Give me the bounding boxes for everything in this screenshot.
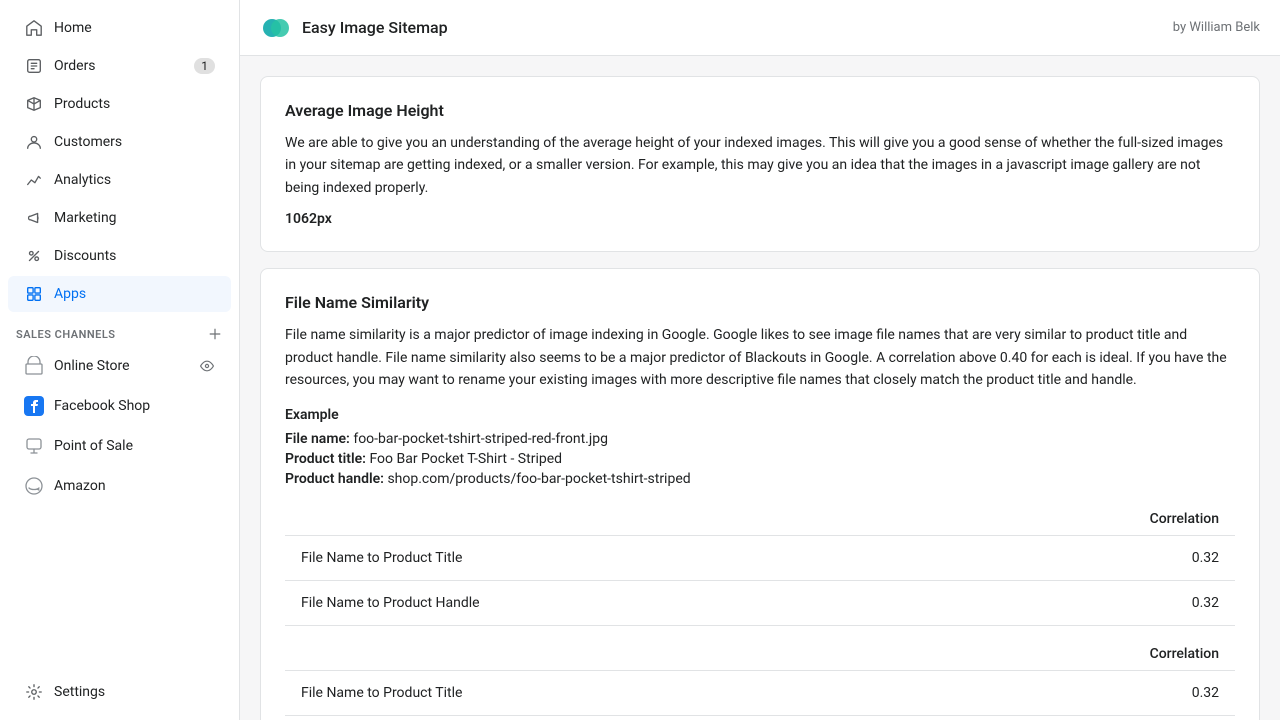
- sidebar: Home Orders 1 Products: [0, 0, 240, 720]
- sidebar-item-orders-label: Orders: [54, 58, 96, 74]
- app-author: by William Belk: [1173, 20, 1260, 35]
- avg-image-height-card: Average Image Height We are able to give…: [260, 76, 1260, 252]
- correlation-header-2: Correlation: [908, 638, 1235, 671]
- sidebar-item-settings-label: Settings: [54, 684, 105, 700]
- pos-icon: [24, 436, 44, 456]
- marketing-icon: [24, 208, 44, 228]
- facebook-icon: [24, 396, 44, 416]
- file-name-similarity-title: File Name Similarity: [285, 293, 1235, 312]
- sidebar-item-home-label: Home: [54, 20, 92, 36]
- sidebar-item-discounts-label: Discounts: [54, 248, 116, 264]
- correlation-header-1: Correlation: [926, 503, 1235, 536]
- app-logo-icon: [260, 12, 292, 44]
- store-icon: [24, 356, 44, 376]
- sidebar-item-point-of-sale[interactable]: Point of Sale: [8, 428, 231, 464]
- table-row: File Name to Product Handle 0.32: [285, 581, 1235, 626]
- sidebar-item-customers[interactable]: Customers: [8, 124, 231, 160]
- sidebar-item-facebook-shop[interactable]: Facebook Shop: [8, 388, 231, 424]
- file-name-similarity-description: File name similarity is a major predicto…: [285, 324, 1235, 391]
- sales-channels-section: Sales Channels: [0, 314, 239, 346]
- sidebar-item-marketing[interactable]: Marketing: [8, 200, 231, 236]
- add-channel-icon[interactable]: [207, 326, 223, 342]
- correlation-table-2: Correlation File Name to Product Title 0…: [285, 638, 1235, 716]
- example-product-title-value: Foo Bar Pocket T-Shirt - Striped: [369, 451, 562, 467]
- products-icon: [24, 94, 44, 114]
- sidebar-item-analytics-label: Analytics: [54, 172, 111, 188]
- example-label: Example: [285, 407, 1235, 423]
- table-cell-label: File Name to Product Title: [285, 671, 908, 716]
- sidebar-item-amazon[interactable]: Amazon: [8, 468, 231, 504]
- amazon-icon: [24, 476, 44, 496]
- app-logo: Easy Image Sitemap: [260, 12, 448, 44]
- table-cell-value: 0.32: [908, 671, 1235, 716]
- example-filename-row: File name: foo-bar-pocket-tshirt-striped…: [285, 431, 1235, 447]
- sidebar-item-customers-label: Customers: [54, 134, 122, 150]
- example-product-handle-row: Product handle: shop.com/products/foo-ba…: [285, 471, 1235, 487]
- avg-image-height-description: We are able to give you an understanding…: [285, 132, 1235, 199]
- app-header: Easy Image Sitemap by William Belk: [240, 0, 1280, 56]
- table-row: File Name to Product Title 0.32: [285, 671, 1235, 716]
- table-cell-label: File Name to Product Handle: [285, 581, 926, 626]
- sidebar-item-analytics[interactable]: Analytics: [8, 162, 231, 198]
- analytics-icon: [24, 170, 44, 190]
- example-product-title-row: Product title: Foo Bar Pocket T-Shirt - …: [285, 451, 1235, 467]
- orders-badge: 1: [194, 58, 215, 74]
- sidebar-item-online-store[interactable]: Online Store: [8, 348, 231, 384]
- amazon-label: Amazon: [54, 478, 106, 494]
- facebook-shop-label: Facebook Shop: [54, 398, 150, 414]
- sidebar-item-home[interactable]: Home: [8, 10, 231, 46]
- example-filename-label: File name:: [285, 431, 350, 447]
- sales-channels-label: Sales Channels: [16, 328, 116, 341]
- online-store-label: Online Store: [54, 358, 130, 374]
- table-cell-value: 0.32: [926, 581, 1235, 626]
- sidebar-item-orders[interactable]: Orders 1: [8, 48, 231, 84]
- point-of-sale-label: Point of Sale: [54, 438, 133, 454]
- main-content: Average Image Height We are able to give…: [240, 56, 1280, 720]
- example-block: Example File name: foo-bar-pocket-tshirt…: [285, 407, 1235, 487]
- table-row: File Name to Product Title 0.32: [285, 536, 1235, 581]
- avg-image-height-value: 1062px: [285, 211, 1235, 227]
- sidebar-item-apps[interactable]: Apps: [8, 276, 231, 312]
- sidebar-item-products[interactable]: Products: [8, 86, 231, 122]
- settings-icon: [24, 682, 44, 702]
- table-cell-label: File Name to Product Title: [285, 536, 926, 581]
- sidebar-item-marketing-label: Marketing: [54, 210, 117, 226]
- sidebar-item-discounts[interactable]: Discounts: [8, 238, 231, 274]
- main-area: Easy Image Sitemap by William Belk Avera…: [240, 0, 1280, 720]
- example-product-handle-label: Product handle:: [285, 471, 384, 487]
- table-cell-value: 0.32: [926, 536, 1235, 581]
- sidebar-item-apps-label: Apps: [54, 286, 86, 302]
- customers-icon: [24, 132, 44, 152]
- apps-icon: [24, 284, 44, 304]
- example-product-title-label: Product title:: [285, 451, 366, 467]
- correlation-table-1: Correlation File Name to Product Title 0…: [285, 503, 1235, 626]
- correlation-header-empty-1: [285, 503, 926, 536]
- example-filename-value: foo-bar-pocket-tshirt-striped-red-front.…: [353, 431, 608, 447]
- app-name: Easy Image Sitemap: [302, 18, 448, 37]
- file-name-similarity-card: File Name Similarity File name similarit…: [260, 268, 1260, 720]
- sidebar-item-settings[interactable]: Settings: [8, 674, 231, 710]
- correlation-header-empty-2: [285, 638, 908, 671]
- sidebar-item-products-label: Products: [54, 96, 110, 112]
- eye-icon[interactable]: [199, 358, 215, 374]
- discounts-icon: [24, 246, 44, 266]
- example-product-handle-value: shop.com/products/foo-bar-pocket-tshirt-…: [387, 471, 690, 487]
- home-icon: [24, 18, 44, 38]
- avg-image-height-title: Average Image Height: [285, 101, 1235, 120]
- orders-icon: [24, 56, 44, 76]
